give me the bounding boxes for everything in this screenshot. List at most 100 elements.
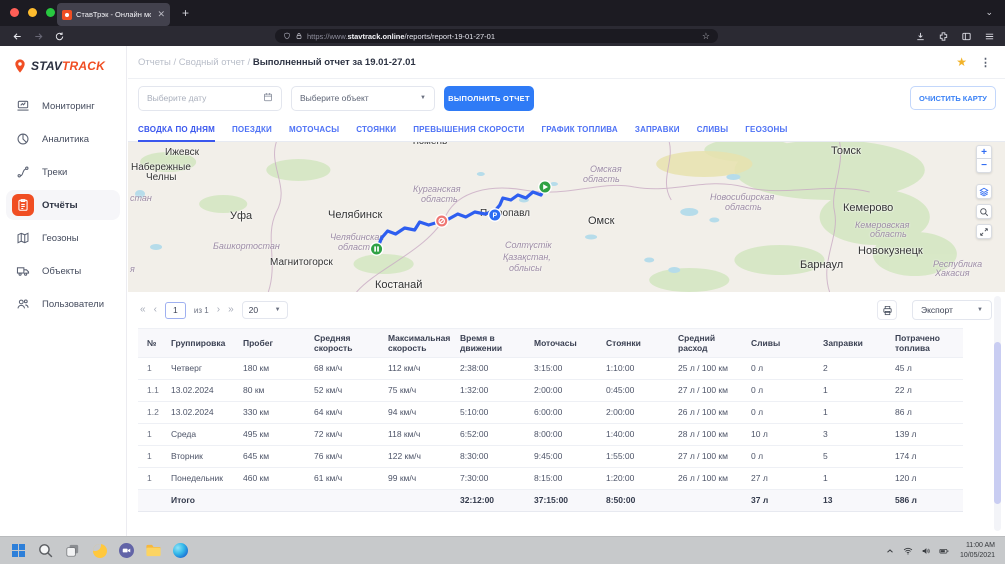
- map-search-button[interactable]: [976, 204, 992, 219]
- task-view-button[interactable]: [64, 542, 81, 559]
- table-cell: 68 км/ч: [314, 358, 388, 380]
- sidebar-item-users[interactable]: Пользователи: [6, 289, 120, 319]
- table-row[interactable]: 1.113.02.202480 км52 км/ч75 км/ч1:32:002…: [138, 380, 963, 402]
- breadcrumb-summary-report[interactable]: Сводный отчет: [179, 57, 245, 68]
- column-header-9[interactable]: Сливы: [751, 329, 823, 358]
- table-row[interactable]: 1.213.02.2024330 км64 км/ч94 км/ч5:10:00…: [138, 402, 963, 424]
- last-page-icon[interactable]: »: [228, 305, 234, 315]
- map-layers-button[interactable]: [976, 184, 992, 199]
- track-route-line[interactable]: [377, 187, 545, 249]
- column-header-5[interactable]: Время в движении: [460, 329, 534, 358]
- page-size-select[interactable]: 20 ▼: [242, 301, 288, 319]
- map[interactable]: ТюменьИжевскНабережныеЧелныУфаЧелябинскМ…: [128, 142, 1005, 292]
- url-bar[interactable]: https://www.stavtrack.online/reports/rep…: [275, 29, 718, 43]
- tab-close-icon[interactable]: ✕: [155, 9, 165, 20]
- teams-chat-button[interactable]: [118, 542, 135, 559]
- downloads-icon[interactable]: [915, 31, 926, 42]
- next-page-icon[interactable]: ›: [217, 305, 220, 315]
- map-marker-stop[interactable]: [436, 215, 448, 227]
- firefox-taskbar-button[interactable]: [91, 542, 108, 559]
- table-row[interactable]: 1Четверг180 км68 км/ч112 км/ч2:38:003:15…: [138, 358, 963, 380]
- sidebar-toggle-icon[interactable]: [961, 31, 972, 42]
- tab-engine-hours[interactable]: МОТОЧАСЫ: [289, 125, 339, 141]
- taskbar-clock[interactable]: 11:00 AM10/05/2021: [960, 541, 995, 561]
- map-zoom-in-button[interactable]: +: [976, 145, 992, 159]
- start-button[interactable]: [10, 542, 27, 559]
- date-input[interactable]: Выберите дату: [138, 86, 282, 111]
- pagination-row: « ‹ из 1 › » 20 ▼ Экспорт ▼: [128, 292, 1005, 328]
- tab-list-chevron-icon[interactable]: ⌄: [985, 7, 993, 18]
- tab-fuel-chart[interactable]: ГРАФИК ТОПЛИВА: [541, 125, 617, 141]
- tab-drains[interactable]: СЛИВЫ: [697, 125, 729, 141]
- column-header-6[interactable]: Моточасы: [534, 329, 606, 358]
- table-row[interactable]: 1Среда495 км72 км/ч118 км/ч6:52:008:00:0…: [138, 424, 963, 446]
- breadcrumb-separator: /: [173, 57, 176, 68]
- favorite-star-icon[interactable]: ★: [956, 55, 967, 69]
- volume-icon[interactable]: [921, 546, 931, 556]
- sidebar-item-monitoring[interactable]: Мониторинг: [6, 91, 120, 121]
- object-select[interactable]: Выберите объект ▼: [291, 86, 435, 111]
- tab-geozones[interactable]: ГЕОЗОНЫ: [745, 125, 787, 141]
- lock-icon[interactable]: [295, 32, 303, 40]
- file-explorer-button[interactable]: [145, 542, 162, 559]
- table-row[interactable]: 1Вторник645 км76 км/ч122 км/ч8:30:009:45…: [138, 446, 963, 468]
- table-totals-row[interactable]: Итого32:12:0037:15:008:50:0037 л13586 л: [138, 490, 963, 512]
- tab-speeding[interactable]: ПРЕВЫШЕНИЯ СКОРОСТИ: [413, 125, 524, 141]
- wifi-icon[interactable]: [903, 546, 913, 556]
- export-select[interactable]: Экспорт ▼: [912, 300, 992, 320]
- browser-tab[interactable]: СтавТрэк - Онлайн мониторин ✕: [57, 3, 170, 26]
- first-page-icon[interactable]: «: [140, 305, 146, 315]
- map-marker-pause[interactable]: [370, 243, 382, 255]
- tracking-shield-icon[interactable]: [283, 32, 291, 40]
- column-header-3[interactable]: Средняя скорость: [314, 329, 388, 358]
- sidebar-item-objects[interactable]: Объекты: [6, 256, 120, 286]
- column-header-1[interactable]: Группировка: [171, 329, 243, 358]
- column-header-2[interactable]: Пробег: [243, 329, 314, 358]
- tab-trips[interactable]: ПОЕЗДКИ: [232, 125, 272, 141]
- table-cell: 1:55:00: [606, 446, 678, 468]
- tab-stops[interactable]: СТОЯНКИ: [356, 125, 396, 141]
- clear-map-button[interactable]: ОЧИСТИТЬ КАРТУ: [910, 86, 996, 110]
- new-tab-button[interactable]: +: [182, 5, 189, 21]
- window-minimize-button[interactable]: [28, 8, 37, 17]
- scrollbar-thumb[interactable]: [994, 342, 1001, 504]
- sidebar-item-reports[interactable]: Отчёты: [6, 190, 120, 220]
- map-marker-start[interactable]: [539, 181, 551, 193]
- sidebar-item-analytics[interactable]: Аналитика: [6, 124, 120, 154]
- column-header-11[interactable]: Потрачено топлива: [895, 329, 963, 358]
- forward-icon[interactable]: [33, 31, 44, 42]
- table-row[interactable]: 1Понедельник460 км61 км/ч99 км/ч7:30:008…: [138, 468, 963, 490]
- bookmark-star-icon[interactable]: ☆: [702, 31, 710, 42]
- breadcrumb-reports[interactable]: Отчеты: [138, 57, 171, 68]
- column-header-0[interactable]: №: [138, 329, 171, 358]
- reload-icon[interactable]: [54, 31, 65, 42]
- taskbar-search-button[interactable]: [37, 542, 54, 559]
- menu-hamburger-icon[interactable]: [984, 31, 995, 42]
- tab-refuels[interactable]: ЗАПРАВКИ: [635, 125, 680, 141]
- tab-daily-summary[interactable]: СВОДКА ПО ДНЯМ: [138, 125, 215, 141]
- sidebar-item-tracks[interactable]: Треки: [6, 157, 120, 187]
- kebab-menu-icon[interactable]: ⋮: [980, 56, 991, 69]
- print-button[interactable]: [877, 300, 897, 320]
- browser-toolbar: https://www.stavtrack.online/reports/rep…: [0, 26, 1005, 46]
- column-header-4[interactable]: Максимальная скорость: [388, 329, 460, 358]
- column-header-8[interactable]: Средний расход: [678, 329, 751, 358]
- map-zoom-out-button[interactable]: −: [976, 159, 992, 173]
- battery-icon[interactable]: [939, 546, 949, 556]
- map-marker-parking[interactable]: P: [489, 209, 501, 221]
- column-header-10[interactable]: Заправки: [823, 329, 895, 358]
- stavtrack-logo[interactable]: STAVTRACK: [0, 46, 126, 84]
- back-icon[interactable]: [12, 31, 23, 42]
- page-number-input[interactable]: [165, 302, 186, 319]
- column-header-7[interactable]: Стоянки: [606, 329, 678, 358]
- prev-page-icon[interactable]: ‹: [154, 305, 157, 315]
- tray-chevron-up-icon[interactable]: [885, 546, 895, 556]
- sidebar-item-geozones[interactable]: Геозоны: [6, 223, 120, 253]
- run-report-button[interactable]: ВЫПОЛНИТЬ ОТЧЕТ: [444, 86, 534, 111]
- extensions-icon[interactable]: [938, 31, 949, 42]
- window-maximize-button[interactable]: [46, 8, 55, 17]
- window-close-button[interactable]: [10, 8, 19, 17]
- monitor-icon: [12, 95, 34, 117]
- edge-taskbar-button[interactable]: [172, 542, 189, 559]
- map-fullscreen-button[interactable]: [976, 224, 992, 239]
